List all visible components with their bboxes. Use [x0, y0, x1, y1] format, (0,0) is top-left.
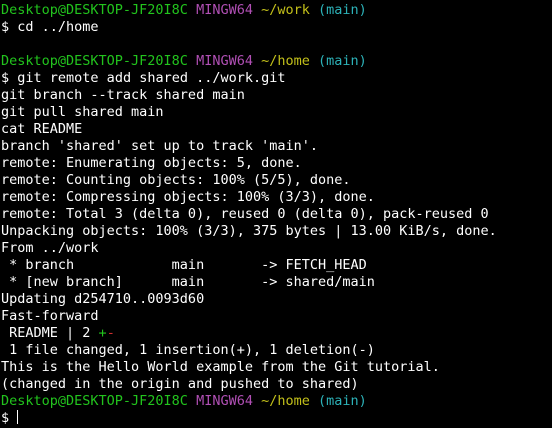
- output-line: remote: Enumerating objects: 5, done.: [1, 155, 302, 171]
- diffstat-line: README | 2 +-: [0, 325, 552, 342]
- command-line: $ git remote add shared ../work.git: [0, 70, 552, 87]
- terminal-window[interactable]: Desktop@DESKTOP-JF20I8C MINGW64 ~/work (…: [0, 0, 552, 428]
- output-line: From ../work: [1, 240, 99, 256]
- prompt-branch: (main): [318, 53, 367, 69]
- prompt-line: Desktop@DESKTOP-JF20I8C MINGW64 ~/home (…: [0, 53, 552, 70]
- output-line: (changed in the origin and pushed to sha…: [1, 376, 359, 392]
- prompt-branch: (main): [318, 393, 367, 409]
- prompt-line: Desktop@DESKTOP-JF20I8C MINGW64 ~/home (…: [0, 393, 552, 410]
- output-line: remote: Total 3 (delta 0), reused 0 (del…: [1, 206, 489, 222]
- output-line: cat README: [1, 121, 83, 137]
- output-line: This is the Hello World example from the…: [1, 359, 440, 375]
- diffstat-prefix: README | 2: [1, 325, 99, 341]
- output-line: git branch --track shared main: [1, 87, 245, 103]
- command-line: $ cd ../home: [0, 19, 552, 36]
- output-line: * branch main -> FETCH_HEAD: [1, 257, 367, 273]
- diffstat-plus: +: [98, 325, 107, 341]
- prompt-symbol: $: [1, 19, 10, 35]
- output-line: * [new branch] main -> shared/main: [1, 274, 375, 290]
- command-input-line[interactable]: $: [0, 410, 552, 427]
- prompt-user-host: Desktop@DESKTOP-JF20I8C: [1, 53, 188, 69]
- prompt-symbol: $: [1, 410, 10, 426]
- output-line: 1 file changed, 1 insertion(+), 1 deleti…: [1, 342, 375, 358]
- command-text: git remote add shared ../work.git: [17, 70, 286, 86]
- prompt-shell: MINGW64: [196, 53, 253, 69]
- output-line: remote: Compressing objects: 100% (3/3),…: [1, 189, 375, 205]
- text-cursor: [17, 410, 19, 424]
- output-line: Fast-forward: [1, 308, 99, 324]
- output-line: Unpacking objects: 100% (3/3), 375 bytes…: [1, 223, 497, 239]
- prompt-shell: MINGW64: [196, 393, 253, 409]
- prompt-user-host: Desktop@DESKTOP-JF20I8C: [1, 2, 188, 18]
- prompt-branch: (main): [318, 2, 367, 18]
- prompt-line: Desktop@DESKTOP-JF20I8C MINGW64 ~/work (…: [0, 2, 552, 19]
- prompt-path: ~/home: [261, 393, 310, 409]
- output-line: Updating d254710..0093d60: [1, 291, 205, 307]
- output-line: remote: Counting objects: 100% (5/5), do…: [1, 172, 351, 188]
- diffstat-minus: -: [106, 325, 115, 341]
- output-line: branch 'shared' set up to track 'main'.: [1, 138, 318, 154]
- prompt-user-host: Desktop@DESKTOP-JF20I8C: [1, 393, 188, 409]
- output-line: git pull shared main: [1, 104, 164, 120]
- prompt-symbol: $: [1, 70, 10, 86]
- prompt-shell: MINGW64: [196, 2, 253, 18]
- command-text: cd ../home: [17, 19, 99, 35]
- prompt-path: ~/home: [261, 53, 310, 69]
- prompt-path: ~/work: [261, 2, 310, 18]
